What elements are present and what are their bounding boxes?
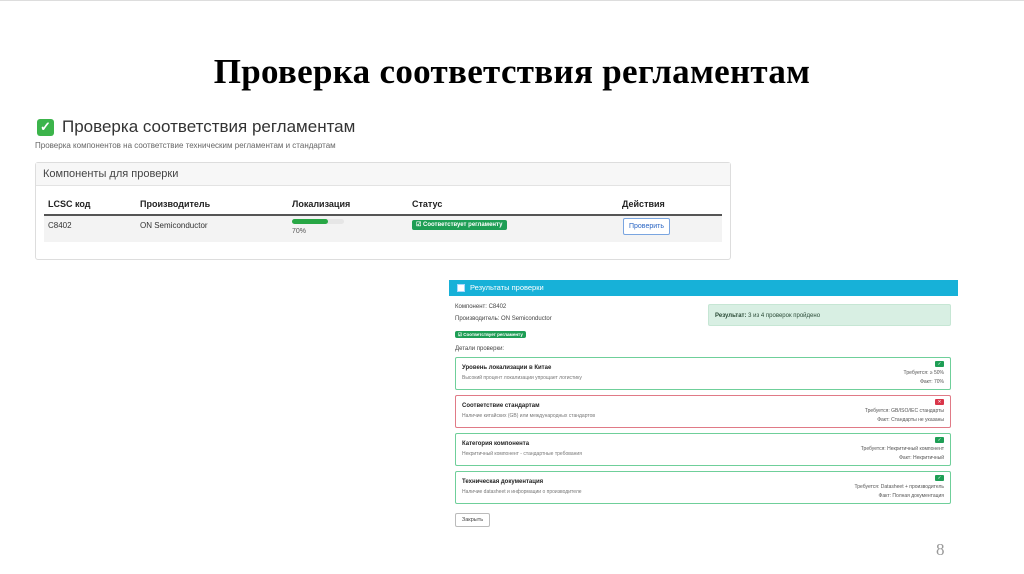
check-description: Наличие datasheet и информации о произво… xyxy=(462,489,582,495)
column-header-localization: Локализация xyxy=(292,199,351,209)
close-button[interactable]: Закрыть xyxy=(455,513,490,527)
top-divider xyxy=(0,0,1024,1)
results-modal: Результаты проверки Компонент: C8402 Про… xyxy=(449,280,958,533)
check-required: Требуется: Datasheet + производитель xyxy=(854,484,944,490)
column-header-lcsc: LCSC код xyxy=(48,199,91,209)
localization-progress xyxy=(292,219,344,224)
check-item: ✓ Техническая документация Наличие datas… xyxy=(455,471,951,504)
check-item: ✕ Соответствие стандартам Наличие китайс… xyxy=(455,395,951,428)
column-header-manufacturer: Производитель xyxy=(140,199,211,209)
status-badge-label: Соответствует регламенту xyxy=(423,222,503,228)
slide-title: Проверка соответствия регламентам xyxy=(213,52,811,91)
modal-title: Результаты проверки xyxy=(470,283,544,292)
check-pass-icon: ✓ xyxy=(935,361,944,367)
page-header: ✓ Проверка соответствия регламентам xyxy=(37,117,355,137)
modal-component: Компонент: C8402 xyxy=(455,304,507,310)
check-item: ✓ Уровень локализации в Китае Высокий пр… xyxy=(455,357,951,390)
check-item: ✓ Категория компонента Некритичный компо… xyxy=(455,433,951,466)
check-description: Некритичный компонент - стандартные треб… xyxy=(462,451,582,457)
details-label: Детали проверки: xyxy=(455,346,505,352)
check-fact: Факт: 70% xyxy=(920,379,944,385)
localization-progress-fill xyxy=(292,219,329,224)
localization-percent: 70% xyxy=(292,228,307,235)
check-title: Техническая документация xyxy=(462,479,544,485)
check-fact: Факт: Полная документация xyxy=(878,493,944,499)
check-required: Требуется: GB/ISO/IEC стандарты xyxy=(864,408,944,414)
chart-icon xyxy=(457,284,465,293)
check-square-icon: ✓ xyxy=(37,118,54,136)
page-subtitle: Проверка компонентов на соответствие тех… xyxy=(35,141,336,150)
check-title: Соответствие стандартам xyxy=(462,403,540,409)
column-header-status: Статус xyxy=(412,199,443,209)
check-required: Требуется: Некритичный компонент xyxy=(860,446,944,452)
summary-text: 3 из 4 проверок пройдено xyxy=(748,313,821,319)
cell-lcsc: C8402 xyxy=(48,221,72,230)
check-description: Наличие китайских (GB) или международных… xyxy=(462,413,596,419)
check-title: Уровень локализации в Китае xyxy=(462,365,552,371)
status-badge: ☑ Соответствует регламенту xyxy=(412,220,507,230)
components-card: Компоненты для проверки LCSC код Произво… xyxy=(35,162,731,260)
check-fail-icon: ✕ xyxy=(935,399,944,405)
compliance-screenshot: ✓ Проверка соответствия регламентам Пров… xyxy=(33,110,731,260)
column-header-actions: Действия xyxy=(622,199,665,209)
check-description: Высокий процент локализации упрощает лог… xyxy=(462,375,582,381)
check-fact: Факт: Стандарты не указаны xyxy=(877,417,944,423)
check-button[interactable]: Проверить xyxy=(623,218,670,235)
card-title: Компоненты для проверки xyxy=(36,163,730,186)
cell-manufacturer: ON Semiconductor xyxy=(140,221,208,230)
check-pass-icon: ✓ xyxy=(935,437,944,443)
check-pass-icon: ✓ xyxy=(935,475,944,481)
page-number: 8 xyxy=(936,540,945,559)
check-required: Требуется: ≥ 50% xyxy=(903,370,944,376)
modal-header: Результаты проверки xyxy=(449,280,958,296)
modal-status-badge-label: Соответствует регламенту xyxy=(463,332,523,337)
check-fact: Факт: Некритичный xyxy=(899,455,944,461)
page-title: Проверка соответствия регламентам xyxy=(62,117,356,136)
summary-label: Результат: xyxy=(715,313,747,319)
check-title: Категория компонента xyxy=(462,441,530,447)
summary-box: Результат: 3 из 4 проверок пройдено xyxy=(708,304,951,326)
modal-manufacturer: Производитель: ON Semiconductor xyxy=(455,316,552,322)
modal-status-badge: ☑ Соответствует регламенту xyxy=(455,331,526,338)
